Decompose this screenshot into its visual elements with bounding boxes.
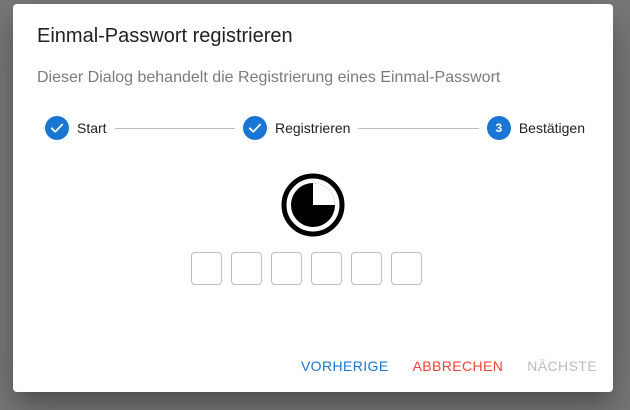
otp-digit-input[interactable] (351, 252, 382, 285)
step-label: Registrieren (274, 120, 351, 136)
step-start: Start (45, 116, 107, 140)
otp-registration-dialog: Einmal-Passwort registrieren Dieser Dial… (13, 4, 613, 392)
check-icon (45, 116, 69, 140)
dialog-title: Einmal-Passwort registrieren (37, 25, 293, 47)
dialog-actions: VORHERIGE ABBRECHEN NÄCHSTE (301, 358, 597, 374)
step-confirm: 3 Bestätigen (486, 116, 586, 140)
step-connector (358, 127, 479, 129)
otp-digit-input[interactable] (311, 252, 342, 285)
timer-icon (281, 173, 345, 237)
step-connector (114, 127, 235, 129)
check-icon (242, 116, 267, 140)
otp-digit-input[interactable] (191, 252, 222, 285)
dialog-description: Dieser Dialog behandelt die Registrierun… (37, 69, 501, 86)
next-button[interactable]: NÄCHSTE (527, 358, 597, 374)
step-number: 3 (486, 116, 511, 140)
cancel-button[interactable]: ABBRECHEN (413, 358, 504, 374)
step-register: Registrieren (242, 116, 351, 140)
previous-button[interactable]: VORHERIGE (301, 358, 389, 374)
otp-digit-input[interactable] (231, 252, 262, 285)
step-label: Bestätigen (518, 120, 586, 136)
otp-input-group (191, 252, 422, 285)
otp-digit-input[interactable] (271, 252, 302, 285)
step-label: Start (77, 120, 107, 136)
stepper: Start Registrieren 3 Bestätigen (45, 116, 585, 140)
otp-digit-input[interactable] (391, 252, 422, 285)
